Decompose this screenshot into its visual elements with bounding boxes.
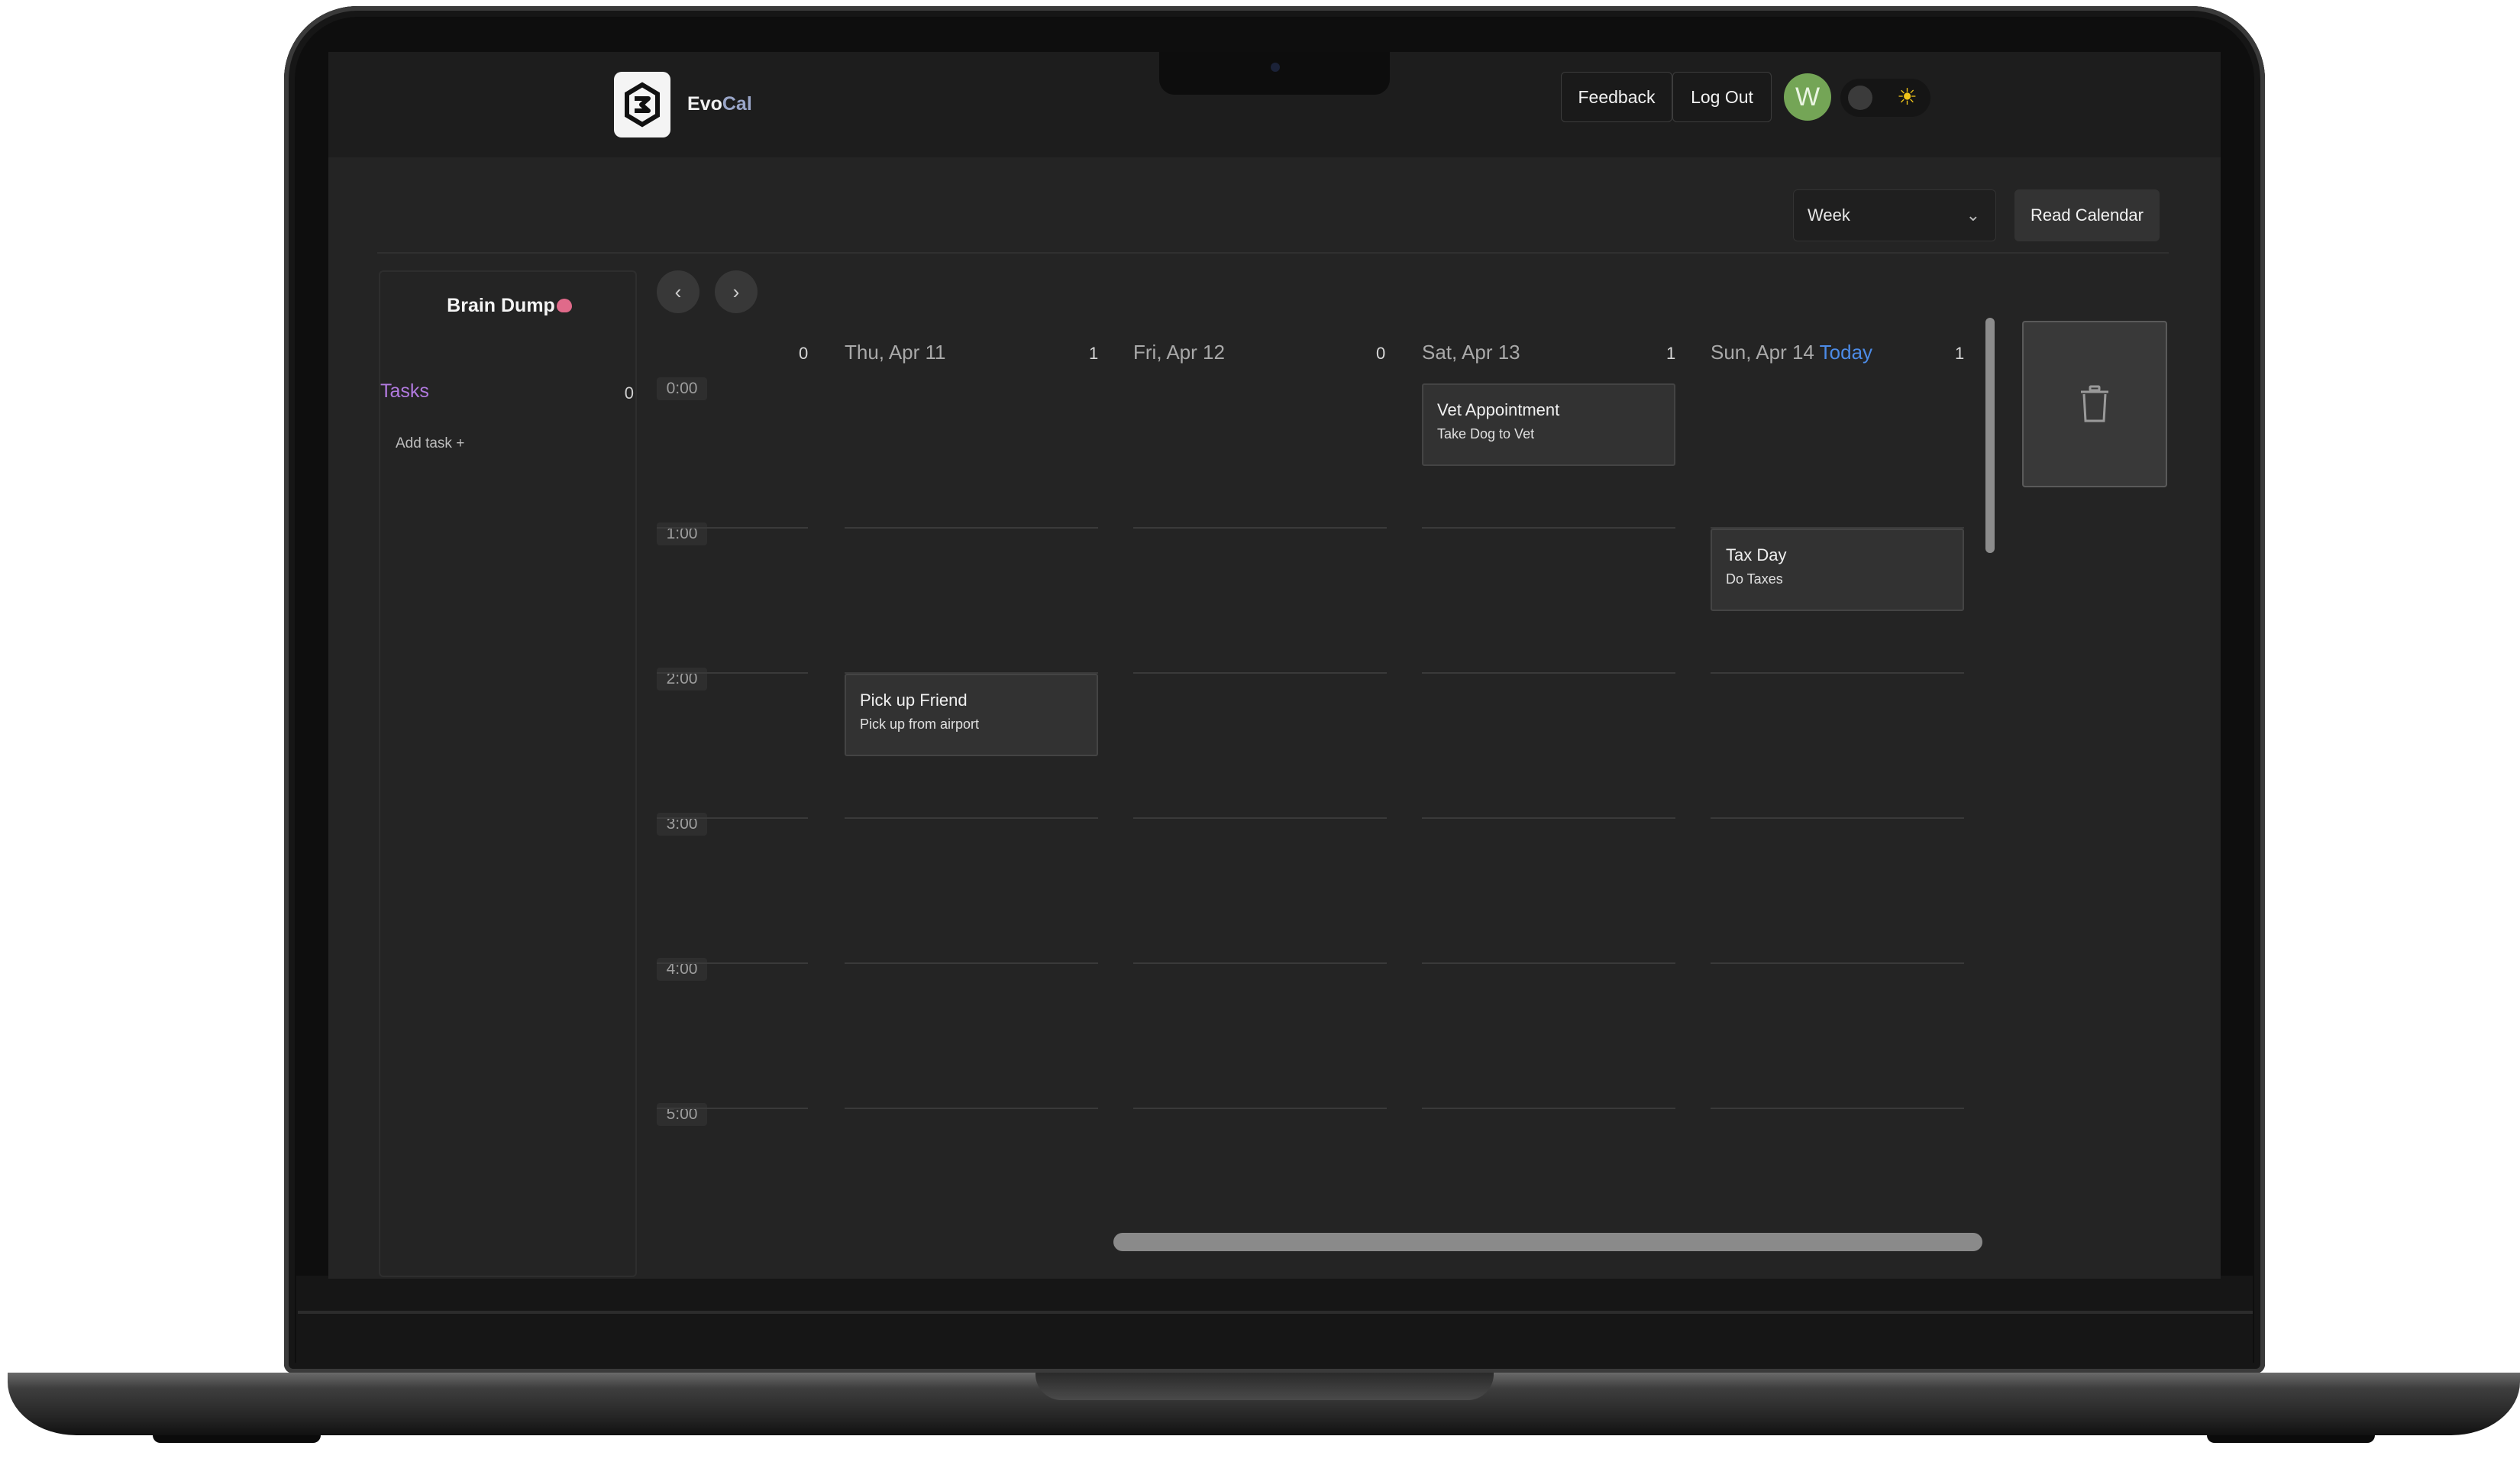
chevron-down-icon: ⌄ — [1966, 205, 1980, 225]
grid-line — [1422, 1108, 1675, 1109]
grid-line — [1711, 962, 1964, 964]
evocal-logo-icon[interactable] — [614, 72, 670, 137]
grid-line — [1711, 817, 1964, 819]
grid-line — [1133, 1108, 1387, 1109]
grid-line — [1422, 527, 1675, 529]
hour-label: 2:00 — [657, 668, 707, 691]
day-event-count: 0 — [799, 344, 809, 363]
event-title: Tax Day — [1726, 545, 1787, 564]
grid-line — [845, 817, 1098, 819]
grid-line — [845, 1108, 1098, 1109]
camera-icon — [1271, 63, 1280, 72]
event-description: Take Dog to Vet — [1437, 426, 1535, 442]
brand-name: EvoCal — [687, 93, 752, 115]
grid-line — [1133, 527, 1387, 529]
event-description: Pick up from airport — [860, 716, 980, 732]
brain-dump-panel: Brain Dump Tasks 0 Add task + — [379, 270, 637, 1277]
grid-line — [845, 527, 1098, 529]
camera-notch — [1159, 52, 1390, 95]
today-badge: Today — [1819, 341, 1873, 364]
calendar-event[interactable]: Vet Appointment Take Dog to Vet — [1422, 383, 1675, 466]
view-select-value: Week — [1808, 205, 1850, 225]
laptop-opening-notch — [1035, 1373, 1494, 1400]
laptop-foot — [2207, 1435, 2375, 1443]
grid-line — [657, 672, 808, 674]
theme-toggle[interactable]: ☀ — [1840, 79, 1930, 117]
panel-title-text: Brain Dump — [447, 295, 555, 316]
brain-icon — [556, 299, 572, 312]
grid-line — [1133, 962, 1387, 964]
hour-label: 0:00 — [657, 377, 707, 400]
grid-line — [1422, 672, 1675, 674]
day-event-count: 0 — [1376, 344, 1386, 363]
sun-icon: ☀ — [1897, 85, 1917, 110]
feedback-button[interactable]: Feedback — [1561, 72, 1672, 122]
laptop-hinge — [298, 1311, 2253, 1314]
vertical-scrollbar[interactable] — [1985, 318, 1995, 553]
trash-icon — [2081, 385, 2108, 422]
grid-line — [845, 962, 1098, 964]
tasks-count: 0 — [624, 383, 634, 403]
horizontal-scrollbar[interactable] — [1113, 1233, 1982, 1251]
day-event-count: 1 — [1666, 344, 1676, 363]
divider — [377, 252, 2169, 254]
event-title: Vet Appointment — [1437, 400, 1560, 419]
grid-line — [1422, 817, 1675, 819]
brand-name-accent: Cal — [722, 93, 752, 115]
chevron-right-icon[interactable]: › — [715, 270, 758, 313]
grid-line — [1711, 672, 1964, 674]
grid-line — [1133, 817, 1387, 819]
day-header-label: Sun, Apr 14 — [1711, 341, 1814, 364]
avatar[interactable]: W — [1784, 73, 1831, 121]
grid-line — [657, 1108, 808, 1109]
trash-drop-zone[interactable] — [2022, 321, 2167, 487]
grid-line — [657, 817, 808, 819]
add-task-button[interactable]: Add task + — [396, 435, 464, 452]
brand-name-main: Evo — [687, 93, 722, 115]
hour-label: 1:00 — [657, 522, 707, 545]
hour-label: 5:00 — [657, 1103, 707, 1126]
grid-line — [657, 527, 808, 529]
logout-button[interactable]: Log Out — [1672, 72, 1772, 122]
grid-line — [657, 962, 808, 964]
read-calendar-button[interactable]: Read Calendar — [2014, 189, 2160, 241]
view-select[interactable]: Week ⌄ — [1793, 189, 1996, 241]
calendar-event[interactable]: Tax Day Do Taxes — [1711, 529, 1964, 611]
grid-line — [1422, 962, 1675, 964]
day-header-today: Sun, Apr 14 Today — [1711, 341, 1872, 364]
toggle-knob — [1848, 86, 1872, 110]
chevron-left-icon[interactable]: ‹ — [657, 270, 699, 313]
hour-label: 3:00 — [657, 813, 707, 836]
day-event-count: 1 — [1955, 344, 1965, 363]
app-screen: EvoCal Feedback Log Out W ☀ Week ⌄ Read … — [328, 52, 2221, 1279]
grid-line — [1133, 672, 1387, 674]
day-header: Thu, Apr 11 — [845, 341, 946, 364]
laptop-bottom-bezel — [296, 1276, 2253, 1367]
calendar-event[interactable]: Pick up Friend Pick up from airport — [845, 674, 1098, 756]
panel-title: Brain Dump — [380, 295, 638, 317]
day-event-count: 1 — [1089, 344, 1099, 363]
day-header: Fri, Apr 12 — [1133, 341, 1225, 364]
hour-label: 4:00 — [657, 958, 707, 981]
event-description: Do Taxes — [1726, 571, 1783, 587]
day-header: Sat, Apr 13 — [1422, 341, 1520, 364]
event-title: Pick up Friend — [860, 691, 968, 710]
grid-line — [1711, 1108, 1964, 1109]
laptop-foot — [153, 1435, 321, 1443]
tasks-label: Tasks — [380, 380, 429, 402]
